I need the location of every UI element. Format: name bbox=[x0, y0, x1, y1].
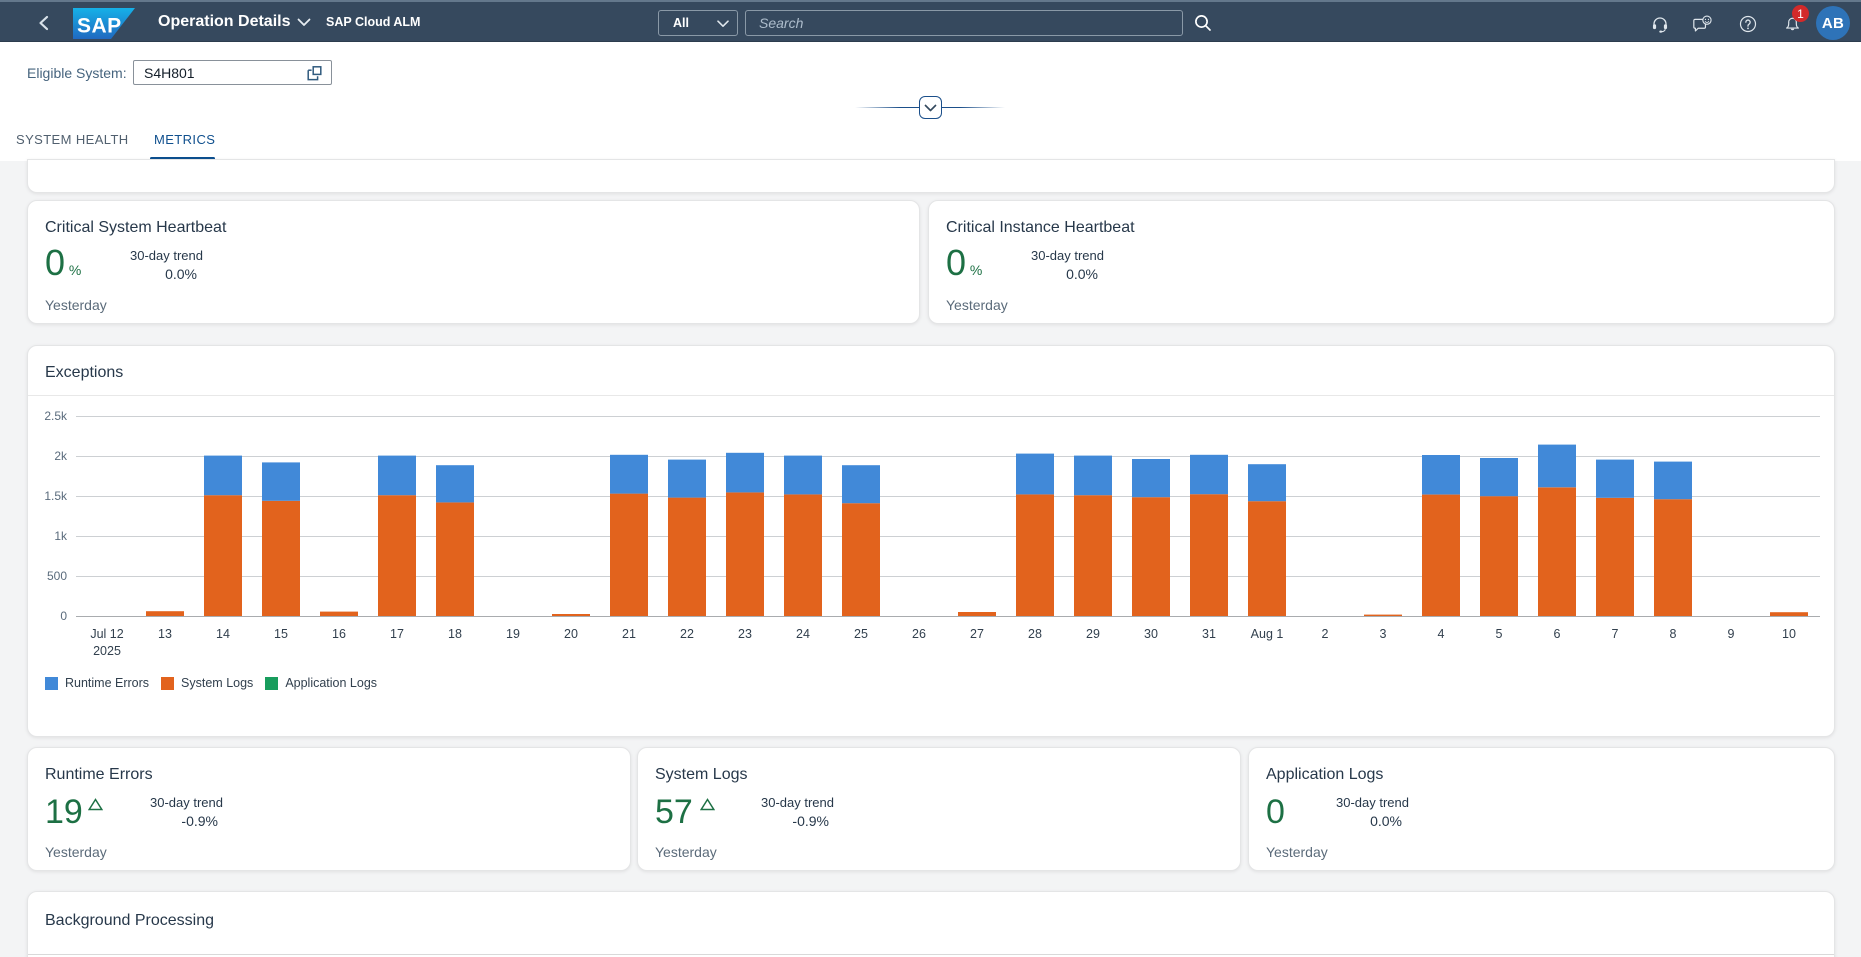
svg-text:27: 27 bbox=[970, 627, 984, 641]
svg-text:20: 20 bbox=[564, 627, 578, 641]
svg-text:25: 25 bbox=[854, 627, 868, 641]
svg-text:2.5k: 2.5k bbox=[44, 409, 68, 423]
svg-text:26: 26 bbox=[912, 627, 926, 641]
svg-text:17: 17 bbox=[390, 627, 404, 641]
svg-text:15: 15 bbox=[274, 627, 288, 641]
svg-text:29: 29 bbox=[1086, 627, 1100, 641]
svg-text:5: 5 bbox=[1496, 627, 1503, 641]
svg-text:7: 7 bbox=[1612, 627, 1619, 641]
svg-text:2k: 2k bbox=[54, 449, 68, 463]
svg-text:Aug 1: Aug 1 bbox=[1251, 627, 1284, 641]
svg-text:SAP: SAP bbox=[77, 15, 122, 38]
svg-text:0: 0 bbox=[60, 609, 67, 623]
svg-text:1k: 1k bbox=[54, 529, 68, 543]
svg-text:6: 6 bbox=[1554, 627, 1561, 641]
svg-text:3: 3 bbox=[1380, 627, 1387, 641]
svg-text:19: 19 bbox=[506, 627, 520, 641]
svg-text:31: 31 bbox=[1202, 627, 1216, 641]
svg-text:4: 4 bbox=[1438, 627, 1445, 641]
svg-text:Jul 12: Jul 12 bbox=[90, 627, 123, 641]
svg-text:28: 28 bbox=[1028, 627, 1042, 641]
svg-text:500: 500 bbox=[47, 569, 67, 583]
svg-text:2: 2 bbox=[1322, 627, 1329, 641]
svg-text:2025: 2025 bbox=[93, 644, 121, 658]
svg-text:21: 21 bbox=[622, 627, 636, 641]
svg-text:1.5k: 1.5k bbox=[44, 489, 68, 503]
svg-text:22: 22 bbox=[680, 627, 694, 641]
svg-text:8: 8 bbox=[1670, 627, 1677, 641]
svg-text:30: 30 bbox=[1144, 627, 1158, 641]
svg-text:14: 14 bbox=[216, 627, 230, 641]
svg-text:9: 9 bbox=[1728, 627, 1735, 641]
svg-text:16: 16 bbox=[332, 627, 346, 641]
svg-text:23: 23 bbox=[738, 627, 752, 641]
svg-text:18: 18 bbox=[448, 627, 462, 641]
svg-text:10: 10 bbox=[1782, 627, 1796, 641]
svg-text:24: 24 bbox=[796, 627, 810, 641]
svg-text:13: 13 bbox=[158, 627, 172, 641]
